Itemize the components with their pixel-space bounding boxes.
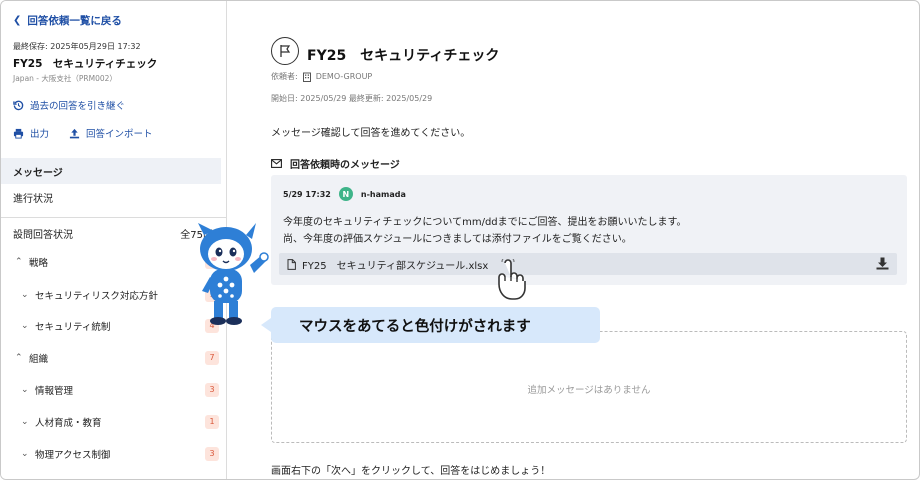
message-heading: 回答依頼時のメッセージ — [271, 156, 400, 171]
requester-name: DEMO-GROUP — [315, 72, 373, 81]
tree-item-info-management[interactable]: ⌄ 情報管理 3 — [21, 379, 225, 401]
tree-item-training[interactable]: ⌄ 人材育成・教育 1 — [21, 411, 225, 433]
chevron-down-icon: ⌄ — [21, 449, 29, 459]
message-meta: 5/29 17:32 N n-hamada — [283, 187, 406, 201]
count-badge: 3 — [205, 383, 219, 397]
print-label: 出力 — [30, 129, 50, 140]
avatar: N — [338, 187, 353, 201]
nav-item-label: メッセージ — [13, 167, 63, 179]
tree-item-label: セキュリティリスク対応方針 — [35, 291, 158, 302]
tree-item-organization[interactable]: ⌃ 組織 7 — [15, 347, 225, 369]
hand-pointer-icon — [498, 259, 526, 300]
inherit-answers-label: 過去の回答を引き継ぐ — [30, 101, 126, 112]
history-icon — [13, 100, 24, 110]
tree-item-label: セキュリティ統制 — [35, 322, 111, 333]
dates-text: 開始日: 2025/05/29 最終更新: 2025/05/29 — [271, 94, 433, 103]
message-card: 5/29 17:32 N n-hamada 今年度のセキュリティチェックについて… — [271, 175, 907, 285]
sidebar-title: FY25 セキュリティチェック — [13, 58, 158, 70]
back-link-label: 回答依頼一覧に戻る — [27, 15, 122, 27]
import-answers-button[interactable]: 回答インポート — [69, 126, 153, 140]
message-author: n-hamada — [360, 189, 406, 199]
attachment-link[interactable]: FY25 セキュリティ部スケジュール.xlsx — [279, 253, 897, 275]
print-icon — [13, 128, 24, 139]
answer-status-label: 設問回答状況 — [13, 230, 73, 241]
message-heading-label: 回答依頼時のメッセージ — [290, 160, 400, 171]
inherit-answers-button[interactable]: 過去の回答を引き継ぐ — [13, 98, 125, 112]
attachment-name: FY25 セキュリティ部スケジュール.xlsx — [302, 260, 489, 272]
requester-label: 依頼者: — [271, 72, 298, 81]
tree-item-label: 人材育成・教育 — [35, 418, 102, 429]
nav-item-message[interactable]: メッセージ — [1, 158, 221, 184]
instruction-text: メッセージ確認して回答を進めてください。 — [271, 128, 471, 139]
count-badge: 1 — [205, 415, 219, 429]
requester-info: 依頼者: DEMO-GROUP — [271, 71, 372, 82]
count-badge: 3 — [205, 447, 219, 461]
tree-item-label: 物理アクセス制御 — [35, 450, 111, 461]
print-button[interactable]: 出力 — [13, 126, 49, 140]
message-line-1: 今年度のセキュリティチェックについてmm/ddまでにご回答、提出をお願いいたしま… — [283, 217, 687, 228]
upload-icon — [69, 128, 80, 138]
flag-icon — [271, 37, 299, 65]
main-content: FY25 セキュリティチェック 依頼者: DEMO-GROUP 開始日: 202… — [227, 1, 919, 479]
message-time: 5/29 17:32 — [283, 189, 331, 199]
message-line-2: 尚、今年度の評価スケジュールにつきましては添付ファイルをご覧ください。 — [283, 234, 632, 245]
mail-icon — [271, 159, 282, 168]
import-answers-label: 回答インポート — [86, 129, 153, 140]
chevron-up-icon: ⌃ — [15, 353, 23, 363]
chevron-down-icon: ⌄ — [21, 321, 29, 331]
chevron-down-icon: ⌄ — [21, 417, 29, 427]
nav-item-progress[interactable]: 進行状況 — [1, 184, 221, 210]
last-saved-text: 最終保存: 2025年05月29日 17:32 — [13, 42, 141, 51]
additional-messages-area: 追加メッセージはありません — [271, 331, 907, 443]
chevron-up-icon: ⌃ — [15, 257, 23, 267]
app-window: ❮ 回答依頼一覧に戻る 最終保存: 2025年05月29日 17:32 FY25… — [0, 0, 920, 480]
sidebar-subtitle: Japan - 大阪支社（PRM002） — [13, 74, 117, 83]
nav-item-label: 進行状況 — [13, 193, 53, 205]
tree-item-label: 戦略 — [29, 258, 49, 269]
chevron-left-icon: ❮ — [13, 15, 22, 26]
download-icon[interactable] — [876, 257, 889, 270]
tree-item-physical-access[interactable]: ⌄ 物理アクセス制御 3 — [21, 443, 225, 465]
hover-hint-callout: マウスをあてると色付けがされます — [261, 307, 600, 343]
empty-message-text: 追加メッセージはありません — [527, 385, 651, 396]
back-to-list-link[interactable]: ❮ 回答依頼一覧に戻る — [13, 13, 122, 28]
tree-item-label: 情報管理 — [35, 386, 74, 397]
count-badge: 7 — [205, 351, 219, 365]
building-icon — [302, 72, 311, 82]
mascot — [198, 223, 269, 325]
page-title: FY25 セキュリティチェック — [307, 48, 500, 64]
answer-status-header: 設問回答状況 全75問 — [13, 226, 213, 241]
file-icon — [287, 258, 296, 270]
footer-instruction: 画面右下の「次へ」をクリックして、回答をはじめましょう！ — [271, 466, 551, 477]
chevron-down-icon: ⌄ — [21, 385, 29, 395]
tree-item-label: 組織 — [29, 354, 49, 365]
chevron-down-icon: ⌄ — [21, 290, 29, 300]
sidebar-divider — [1, 217, 227, 218]
